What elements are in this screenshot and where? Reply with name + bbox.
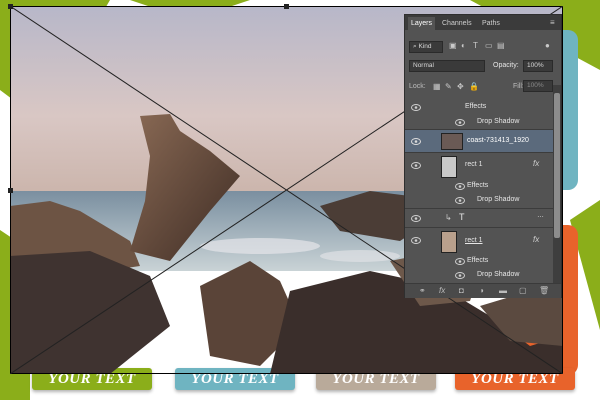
transform-handle[interactable] bbox=[8, 188, 13, 193]
fx-badge[interactable]: fx bbox=[533, 159, 539, 168]
layer-thumbnail bbox=[441, 231, 457, 253]
lock-all-icon[interactable]: 🔒 bbox=[469, 82, 479, 91]
layer-row-rect-1-b[interactable]: rect 1 fx bbox=[405, 228, 553, 254]
lock-transparent-icon[interactable]: ▦ bbox=[433, 82, 441, 91]
link-icon: ↳ bbox=[445, 213, 452, 222]
layer-name: Effects bbox=[467, 257, 489, 264]
layer-row-rect-1[interactable]: rect 1 fx bbox=[405, 153, 553, 179]
filter-pixel-icon[interactable]: ▣ bbox=[449, 41, 457, 50]
eye-icon[interactable] bbox=[411, 237, 421, 244]
lock-pixels-icon[interactable]: ✎ bbox=[445, 82, 452, 91]
more-icon[interactable]: … bbox=[537, 212, 544, 219]
panel-menu-icon[interactable]: ≡ bbox=[550, 18, 555, 27]
transform-handle[interactable] bbox=[8, 4, 13, 9]
layer-name: rect 1 bbox=[465, 237, 483, 244]
blend-mode-select[interactable]: Normal bbox=[409, 60, 485, 72]
trash-icon[interactable]: 🗑 bbox=[539, 286, 549, 295]
layer-row-drop-shadow[interactable]: Drop Shadow bbox=[405, 193, 553, 207]
filter-text-icon[interactable]: T bbox=[473, 41, 478, 50]
layers-footer: ⚭ fx ◘ ◑ ▬ ▢ 🗑 bbox=[405, 283, 561, 298]
lock-position-icon[interactable]: ✥ bbox=[457, 82, 464, 91]
layer-name: Drop Shadow bbox=[477, 196, 520, 203]
eye-icon[interactable] bbox=[455, 197, 465, 204]
eye-icon[interactable] bbox=[455, 183, 465, 190]
text-layer-icon: T bbox=[459, 212, 465, 222]
mask-icon[interactable]: ◘ bbox=[459, 286, 464, 295]
filter-shape-icon[interactable]: ▭ bbox=[485, 41, 493, 50]
layer-row-effects[interactable]: Effects bbox=[405, 179, 553, 193]
layer-row-coast[interactable]: coast-731413_1920 bbox=[405, 130, 553, 152]
eye-icon[interactable] bbox=[411, 162, 421, 169]
folder-icon[interactable]: ▬ bbox=[499, 286, 507, 295]
kind-filter[interactable]: ⌕ Kind bbox=[409, 41, 443, 53]
eye-icon[interactable] bbox=[411, 215, 421, 222]
fx-icon[interactable]: fx bbox=[439, 286, 445, 295]
layer-name: Drop Shadow bbox=[477, 118, 520, 125]
fx-badge[interactable]: fx bbox=[533, 235, 539, 244]
tab-channels[interactable]: Channels bbox=[439, 17, 475, 30]
tab-layers[interactable]: Layers bbox=[408, 17, 436, 30]
panel-tabs: Layers Channels Paths ≡ bbox=[405, 15, 561, 30]
opacity-input[interactable]: 100% bbox=[523, 60, 553, 72]
eye-icon[interactable] bbox=[455, 272, 465, 279]
new-layer-icon[interactable]: ▢ bbox=[519, 286, 527, 295]
layer-thumbnail bbox=[441, 133, 463, 150]
scrollbar-thumb[interactable] bbox=[554, 93, 560, 238]
layer-thumbnail bbox=[441, 156, 457, 178]
layer-name: Drop Shadow bbox=[477, 271, 520, 278]
filter-smart-object-icon[interactable]: ▤ bbox=[497, 41, 505, 50]
layer-row-drop-shadow[interactable]: Drop Shadow bbox=[405, 268, 553, 282]
filter-toggle-icon[interactable]: ● bbox=[545, 41, 550, 50]
transform-handle[interactable] bbox=[284, 4, 289, 9]
layer-row-drop-shadow[interactable]: Drop Shadow bbox=[405, 115, 553, 129]
filter-adjustment-icon[interactable]: ◐ bbox=[461, 41, 466, 50]
eye-icon[interactable] bbox=[411, 138, 421, 145]
canvas[interactable]: YOUR TEXT YOUR TEXT YOUR TEXT YOUR TEXT … bbox=[0, 0, 600, 400]
opacity-label: Opacity: bbox=[493, 62, 519, 69]
layer-name: rect 1 bbox=[465, 161, 483, 168]
adjustment-icon[interactable]: ◑ bbox=[479, 286, 484, 295]
link-icon[interactable]: ⚭ bbox=[419, 286, 426, 295]
layer-name: Effects bbox=[465, 103, 487, 110]
eye-icon[interactable] bbox=[455, 258, 465, 265]
layer-name: coast-731413_1920 bbox=[467, 137, 529, 144]
layer-name: Effects bbox=[467, 182, 489, 189]
tab-paths[interactable]: Paths bbox=[479, 17, 503, 30]
fill-input[interactable]: 100% bbox=[523, 80, 553, 92]
kind-label: Kind bbox=[418, 43, 432, 50]
layer-row-text[interactable]: ↳ T … bbox=[405, 209, 553, 227]
layers-scrollbar[interactable] bbox=[553, 85, 561, 283]
eye-icon[interactable] bbox=[455, 119, 465, 126]
layers-panel[interactable]: Layers Channels Paths ≡ ⌕ Kind ▣ ◐ T ▭ ▤… bbox=[404, 14, 562, 298]
eye-icon[interactable] bbox=[411, 104, 421, 111]
lock-label: Lock: bbox=[409, 83, 426, 90]
layer-row-effects[interactable]: Effects bbox=[405, 100, 553, 114]
layer-row-effects[interactable]: Effects bbox=[405, 254, 553, 268]
